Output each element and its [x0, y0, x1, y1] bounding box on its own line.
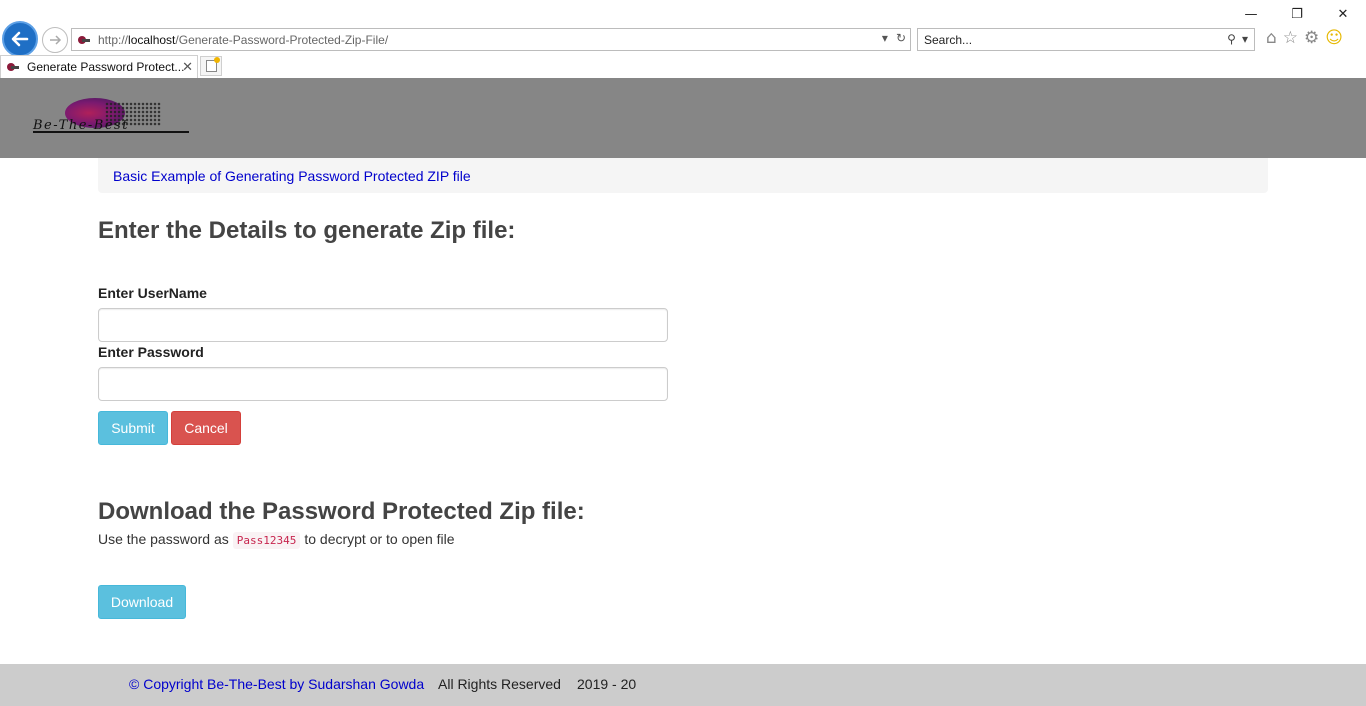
footer-years-text: 2019 - 20	[577, 676, 637, 692]
minimize-icon[interactable]: —	[1228, 4, 1274, 24]
breadcrumb: Basic Example of Generating Password Pro…	[98, 158, 1268, 193]
download-heading: Download the Password Protected Zip file…	[98, 498, 585, 525]
password-label: Enter Password	[98, 344, 204, 360]
refresh-icon[interactable]: ↻	[896, 31, 906, 45]
forward-button[interactable]	[42, 27, 68, 53]
site-footer: © Copyright Be-The-Best by Sudarshan Gow…	[0, 664, 1366, 706]
tab-title: Generate Password Protect...	[27, 60, 185, 74]
breadcrumb-link[interactable]: Basic Example of Generating Password Pro…	[113, 168, 471, 184]
password-input[interactable]	[98, 367, 668, 401]
password-hint: Use the password as Pass12345 to decrypt o…	[98, 531, 455, 549]
forward-arrow-icon	[50, 35, 62, 45]
url-scheme: http://	[98, 32, 129, 47]
browser-tab-active[interactable]: Generate Password Protect... ✕	[0, 55, 198, 78]
tab-favicon-icon	[7, 62, 19, 72]
url-host: localhost	[128, 32, 176, 47]
footer-rights-text: All Rights Reserved	[438, 676, 561, 692]
tab-close-icon[interactable]: ✕	[182, 59, 193, 75]
site-header: Be-The-Best	[0, 78, 1366, 158]
form-heading: Enter the Details to generate Zip file:	[98, 217, 516, 244]
url-path: /Generate-Password-Protected-Zip-File/	[175, 32, 389, 47]
footer-copyright-link[interactable]: © Copyright Be-The-Best by Sudarshan Gow…	[129, 676, 424, 692]
search-icon[interactable]: ⚲	[1227, 32, 1236, 46]
site-favicon-icon	[78, 35, 90, 45]
search-dropdown-icon[interactable]: ▾	[1242, 32, 1248, 46]
username-input[interactable]	[98, 308, 668, 342]
back-button[interactable]	[2, 21, 38, 57]
username-label: Enter UserName	[98, 285, 207, 301]
restore-icon[interactable]: ❐	[1274, 4, 1320, 24]
site-logo[interactable]: Be-The-Best	[33, 98, 193, 138]
favorites-star-icon[interactable]: ☆	[1283, 28, 1298, 48]
close-window-icon[interactable]: ✕	[1320, 4, 1366, 24]
dropdown-arrow-icon[interactable]: ▾	[882, 31, 888, 45]
browser-chrome: — ❐ ✕ http:// localhost /Generate-Passwo…	[0, 0, 1366, 78]
submit-button[interactable]: Submit	[98, 411, 168, 445]
home-icon[interactable]: ⌂	[1266, 28, 1277, 48]
new-tab-icon	[205, 57, 220, 72]
window-controls: — ❐ ✕	[1228, 4, 1366, 24]
new-tab-button[interactable]	[200, 56, 222, 76]
cancel-button[interactable]: Cancel	[171, 411, 241, 445]
hint-suffix: to decrypt or to open file	[304, 531, 455, 547]
settings-gear-icon[interactable]: ⚙	[1304, 28, 1319, 48]
hint-prefix: Use the password as	[98, 531, 229, 547]
browser-search-input[interactable]: Search... ⚲ ▾	[917, 28, 1255, 51]
back-arrow-icon	[11, 31, 29, 47]
address-bar[interactable]: http:// localhost /Generate-Password-Pro…	[71, 28, 911, 51]
logo-underline	[33, 131, 189, 133]
search-placeholder: Search...	[924, 32, 973, 47]
download-button[interactable]: Download	[98, 585, 186, 619]
browser-toolbar: ⌂ ☆ ⚙ ☺	[1266, 28, 1343, 48]
feedback-smiley-icon[interactable]: ☺	[1325, 28, 1343, 48]
password-code: Pass12345	[232, 532, 301, 549]
